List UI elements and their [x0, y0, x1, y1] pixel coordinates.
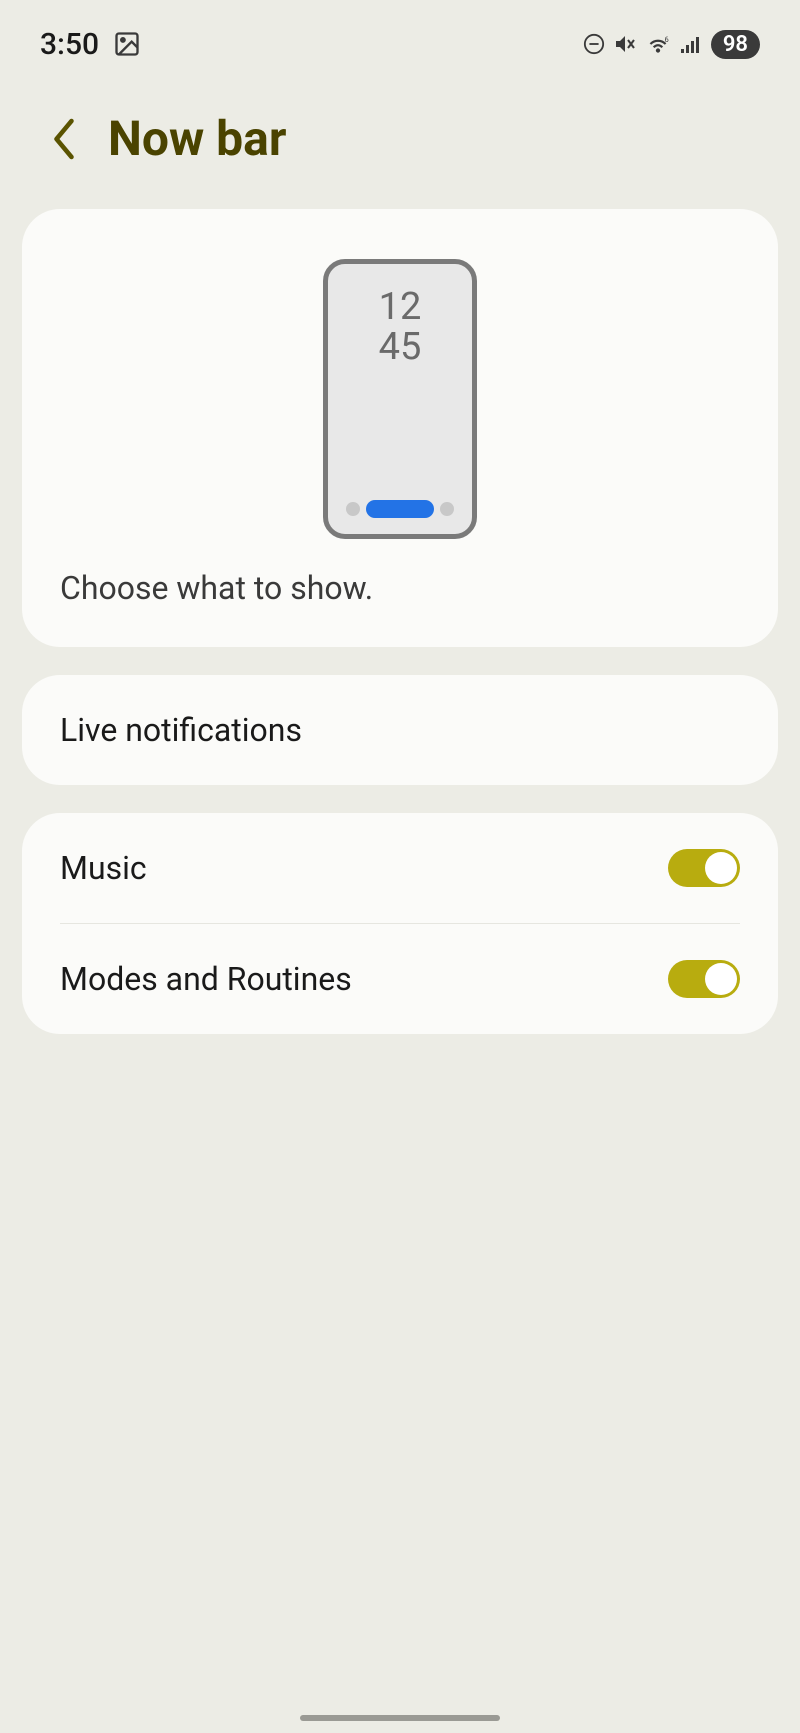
toggle-knob: [705, 852, 737, 884]
section-live-notifications: Live notifications: [22, 675, 778, 785]
label-modes-routines: Modes and Routines: [60, 960, 352, 998]
gesture-bar[interactable]: [300, 1715, 500, 1721]
phone-dot-right: [440, 502, 454, 516]
phone-now-bar-pill: [366, 500, 434, 518]
svg-text:6: 6: [664, 35, 668, 44]
toggle-music[interactable]: [668, 849, 740, 887]
status-time: 3:50: [40, 27, 99, 62]
page-header: Now bar: [0, 70, 800, 197]
page-title: Now bar: [108, 110, 286, 167]
status-bar: 3:50 6 98: [0, 0, 800, 70]
preview-description: Choose what to show.: [60, 569, 740, 607]
label-live-notifications: Live notifications: [60, 711, 302, 749]
section-toggles: Music Modes and Routines: [22, 813, 778, 1034]
phone-dot-left: [346, 502, 360, 516]
clock-line1: 12: [379, 288, 422, 328]
dnd-icon: [583, 33, 605, 55]
image-icon: [113, 30, 141, 58]
back-icon[interactable]: [50, 118, 78, 160]
row-live-notifications[interactable]: Live notifications: [22, 675, 778, 785]
clock-line2: 45: [379, 328, 422, 368]
phone-preview: 12 45: [323, 259, 477, 539]
phone-preview-bottom: [328, 500, 472, 518]
phone-preview-clock: 12 45: [379, 288, 422, 368]
battery-level: 98: [711, 30, 760, 59]
toggle-modes-routines[interactable]: [668, 960, 740, 998]
mute-vibrate-icon: [613, 32, 637, 56]
signal-icon: [679, 33, 703, 55]
status-right: 6 98: [583, 30, 760, 59]
wifi-icon: 6: [645, 33, 671, 55]
label-music: Music: [60, 849, 147, 887]
row-music[interactable]: Music: [22, 813, 778, 923]
preview-card: 12 45 Choose what to show.: [22, 209, 778, 647]
status-left: 3:50: [40, 27, 141, 62]
toggle-knob: [705, 963, 737, 995]
row-modes-routines[interactable]: Modes and Routines: [22, 924, 778, 1034]
